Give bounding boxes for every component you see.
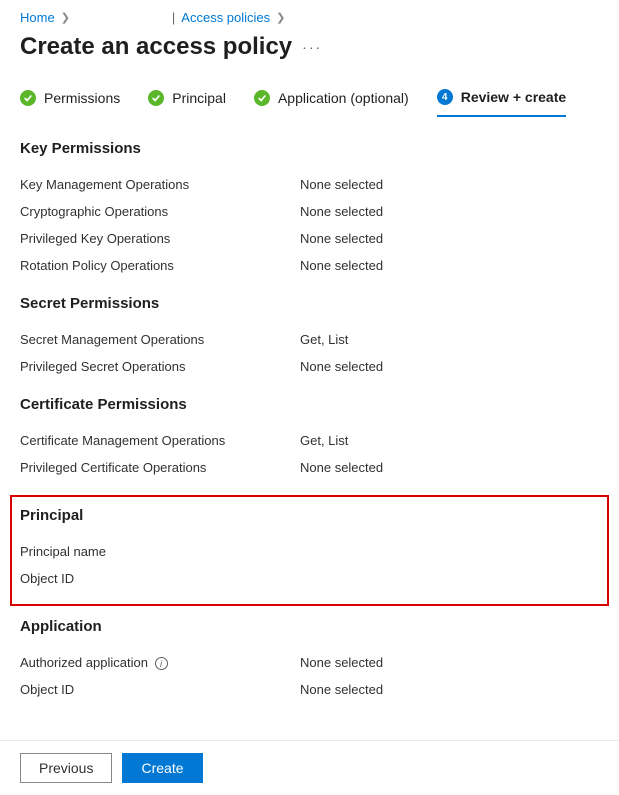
breadcrumb: Home ❯ | Access policies ❯	[0, 0, 619, 29]
review-row: Cryptographic OperationsNone selected	[20, 198, 599, 225]
review-row: Secret Management OperationsGet, List	[20, 326, 599, 353]
section-heading-principal: Principal	[20, 507, 599, 524]
breadcrumb-home[interactable]: Home	[20, 10, 55, 25]
review-row: Key Management OperationsNone selected	[20, 171, 599, 198]
review-row: Object ID	[20, 565, 599, 592]
section-heading-application: Application	[20, 618, 599, 635]
check-icon	[20, 90, 36, 106]
tab-label: Permissions	[44, 90, 120, 106]
tab-label: Review + create	[461, 89, 566, 105]
review-row: Privileged Key OperationsNone selected	[20, 225, 599, 252]
chevron-right-icon: ❯	[61, 11, 70, 24]
more-actions-button[interactable]: ···	[302, 39, 322, 55]
chevron-right-icon: ❯	[276, 11, 285, 24]
review-row: Object IDNone selected	[20, 676, 599, 703]
section-heading-secret: Secret Permissions	[20, 295, 599, 312]
step-number-icon: 4	[437, 89, 453, 105]
wizard-tabs: Permissions Principal Application (optio…	[0, 79, 619, 118]
review-row: Certificate Management OperationsGet, Li…	[20, 427, 599, 454]
section-heading-cert: Certificate Permissions	[20, 396, 599, 413]
review-content: Key Permissions Key Management Operation…	[0, 118, 619, 783]
tab-permissions[interactable]: Permissions	[20, 89, 120, 117]
principal-highlight-box: Principal Principal name Object ID	[10, 495, 609, 606]
tab-label: Application (optional)	[278, 90, 409, 106]
previous-button[interactable]: Previous	[20, 753, 112, 783]
check-icon	[148, 90, 164, 106]
breadcrumb-policies[interactable]: Access policies	[181, 10, 270, 25]
section-heading-key: Key Permissions	[20, 140, 599, 157]
review-row: Principal name	[20, 538, 599, 565]
page-title: Create an access policy	[20, 33, 292, 61]
create-button[interactable]: Create	[122, 753, 202, 783]
footer-actions: Previous Create	[0, 740, 619, 795]
review-row: Rotation Policy OperationsNone selected	[20, 252, 599, 279]
tab-application[interactable]: Application (optional)	[254, 89, 409, 117]
label-text: Authorized application	[20, 655, 148, 670]
tab-principal[interactable]: Principal	[148, 89, 226, 117]
review-row: Authorized application i None selected	[20, 649, 599, 676]
tab-label: Principal	[172, 90, 226, 106]
tab-review-create[interactable]: 4 Review + create	[437, 89, 566, 117]
review-row: Privileged Certificate OperationsNone se…	[20, 454, 599, 481]
review-row: Privileged Secret OperationsNone selecte…	[20, 353, 599, 380]
check-icon	[254, 90, 270, 106]
breadcrumb-separator: |	[172, 10, 175, 25]
info-icon[interactable]: i	[155, 657, 168, 670]
